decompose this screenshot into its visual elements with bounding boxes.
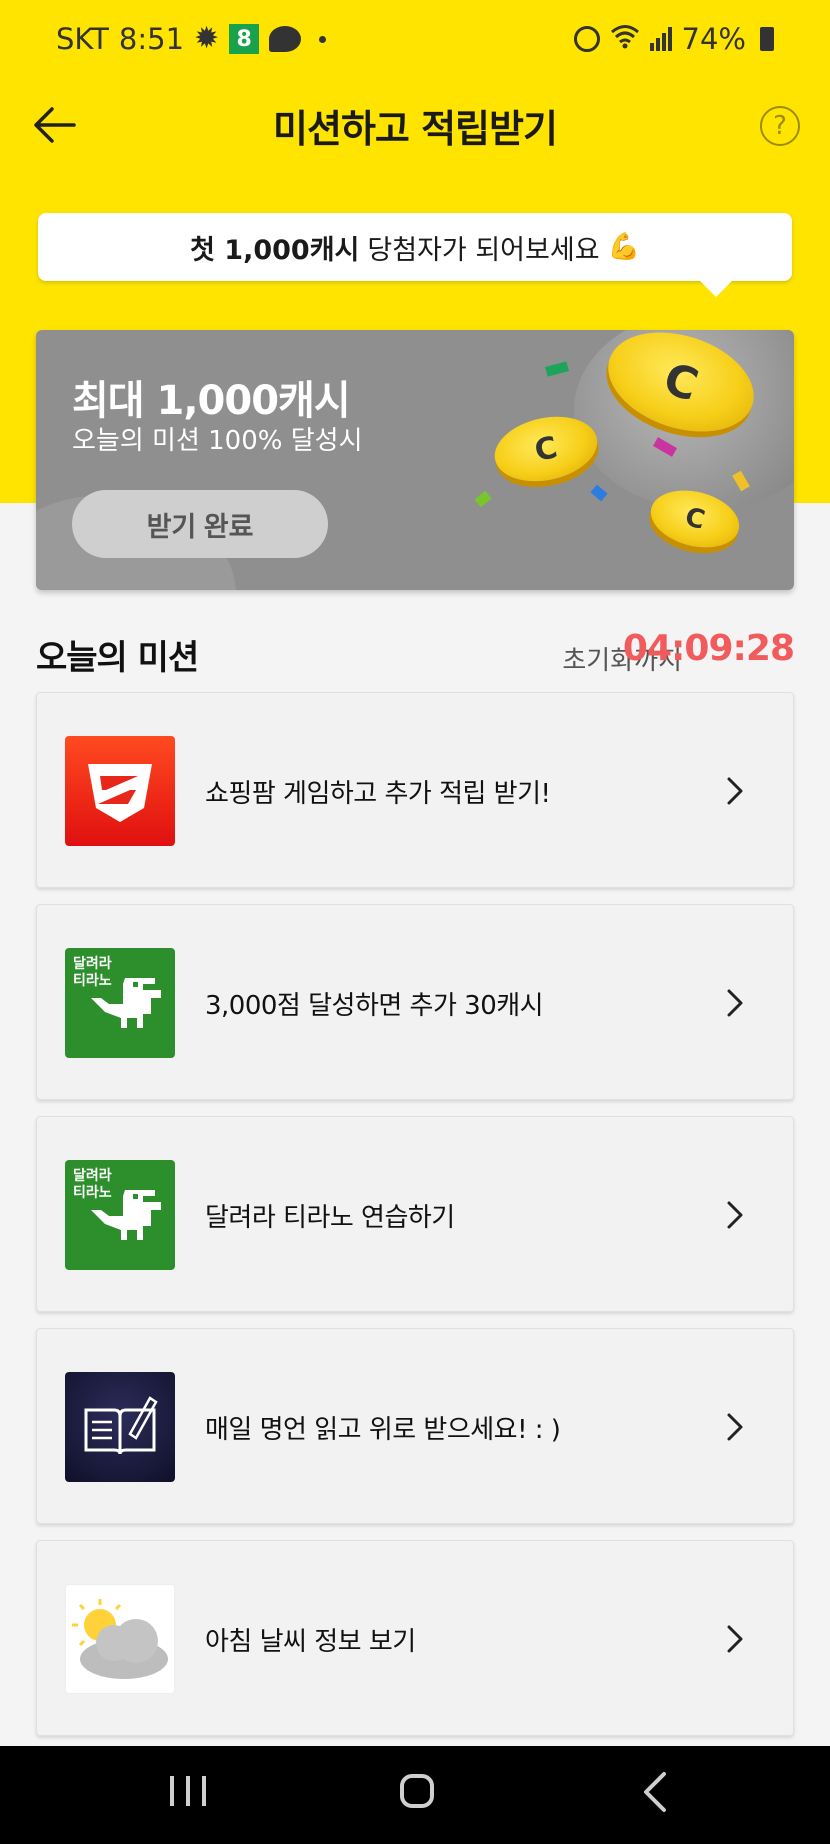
- reward-banner: 최대 1,000캐시 오늘의 미션 100% 달성시 받기 완료 C C C: [36, 330, 794, 590]
- mission-label: 아침 날씨 정보 보기: [205, 1626, 416, 1657]
- confetti-decoration: [474, 490, 492, 508]
- weather-cloud-sun-icon: [65, 1584, 175, 1694]
- shopping-farm-icon: [65, 736, 175, 846]
- wifi-icon: [610, 23, 640, 55]
- mission-label: 3,000점 달성하면 추가 30캐시: [205, 990, 544, 1021]
- gear-notification-icon: ✹: [194, 21, 220, 56]
- help-button[interactable]: ?: [760, 106, 800, 146]
- system-back-button[interactable]: [636, 1770, 676, 1814]
- mission-label: 쇼핑팜 게임하고 추가 적립 받기!: [205, 778, 551, 809]
- mission-item-morning-weather[interactable]: 아침 날씨 정보 보기: [36, 1540, 794, 1736]
- mission-item-dino-practice[interactable]: 달려라 티라노 달려라 티라노 연습하기: [36, 1116, 794, 1312]
- mission-item-daily-quote[interactable]: 매일 명언 읽고 위로 받으세요! : ): [36, 1328, 794, 1524]
- mission-list: 쇼핑팜 게임하고 추가 적립 받기! 달려라 티라노 3,000점 달성하면 추가…: [36, 692, 794, 1752]
- chevron-right-icon: [727, 1201, 743, 1229]
- chevron-right-icon: [727, 1413, 743, 1441]
- dino-run-icon: 달려라 티라노: [65, 948, 175, 1058]
- banner-title: 최대 1,000캐시: [72, 378, 351, 424]
- home-button[interactable]: [400, 1774, 434, 1808]
- confetti-decoration: [590, 484, 608, 502]
- banner-subtitle: 오늘의 미션 100% 달성시: [72, 426, 363, 456]
- confetti-decoration: [545, 361, 569, 377]
- app-header: 미션하고 적립받기 ?: [0, 90, 830, 160]
- status-bar: SKT 8:51 ✹ 8 74%: [0, 0, 830, 84]
- mission-item-shopping-farm[interactable]: 쇼핑팜 게임하고 추가 적립 받기!: [36, 692, 794, 888]
- system-nav-bar: [0, 1746, 830, 1844]
- battery-percent: 74%: [681, 22, 746, 56]
- page-title: 미션하고 적립받기: [273, 107, 558, 151]
- alarm-icon: [573, 26, 600, 52]
- recent-apps-button[interactable]: [170, 1776, 206, 1812]
- chevron-right-icon: [727, 989, 743, 1017]
- carrier-label: SKT: [56, 22, 109, 56]
- battery-icon: [760, 27, 774, 51]
- mission-item-dino-score[interactable]: 달려라 티라노 3,000점 달성하면 추가 30캐시: [36, 904, 794, 1100]
- reset-countdown: 04:09:28: [622, 628, 795, 669]
- signal-icon: [649, 27, 672, 51]
- tooltip-highlight: 첫 1,000캐시: [190, 234, 360, 266]
- flexed-arm-icon: 💪: [607, 232, 640, 262]
- chevron-right-icon: [727, 1625, 743, 1653]
- more-notifications-dot: [319, 35, 327, 43]
- claim-complete-button[interactable]: 받기 완료: [72, 490, 328, 558]
- chat-notification-icon: [269, 26, 302, 52]
- section-title: 오늘의 미션: [36, 638, 199, 678]
- book-pen-icon: [65, 1372, 175, 1482]
- promo-tooltip: 첫 1,000캐시 당첨자가 되어보세요 💪: [38, 213, 792, 297]
- dino-run-icon: 달려라 티라노: [65, 1160, 175, 1270]
- mission-label: 달려라 티라노 연습하기: [205, 1202, 455, 1233]
- chevron-right-icon: [727, 777, 743, 805]
- tooltip-text: 당첨자가 되어보세요: [367, 234, 600, 266]
- app-notification-icon: 8: [229, 24, 260, 54]
- clock: 8:51: [118, 22, 185, 56]
- mission-label: 매일 명언 읽고 위로 받으세요! : ): [205, 1414, 561, 1445]
